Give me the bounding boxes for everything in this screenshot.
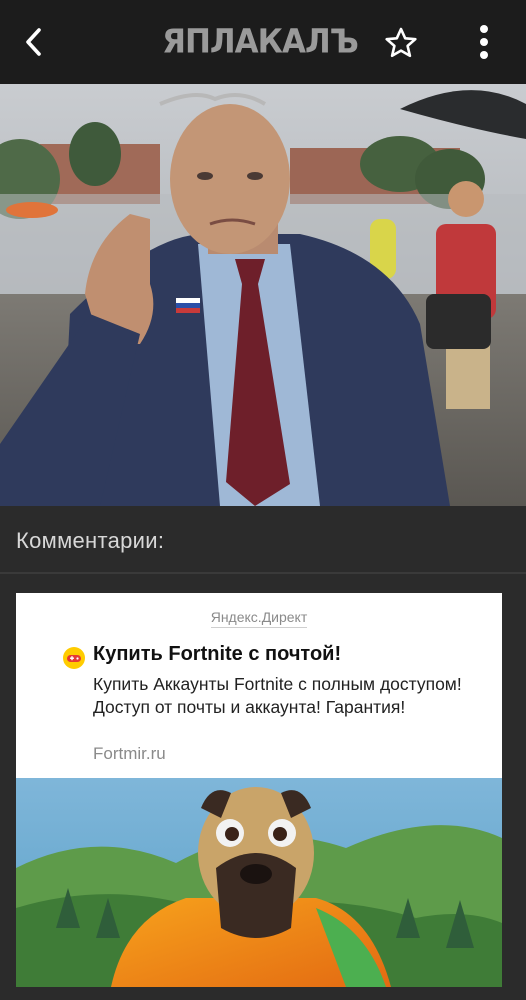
ad-title[interactable]: Купить Fortnite с почтой! [93, 643, 493, 666]
site-logo[interactable]: ЯПЛАКАЛЪ [155, 22, 365, 62]
more-menu-button[interactable] [464, 20, 504, 64]
comments-title: Комментарии: [16, 528, 165, 553]
man-in-suit-photo [0, 84, 526, 506]
gamepad-icon [63, 647, 85, 669]
ad-source-text: Яндекс.Директ [210, 609, 308, 628]
ad-source-label: Яндекс.Директ [16, 609, 502, 628]
logo-text: ЯПЛАКАЛЪ [162, 23, 359, 61]
ad-body-text: Купить Аккаунты Fortnite с полным доступ… [93, 674, 462, 717]
back-button[interactable] [14, 22, 54, 62]
post-image[interactable] [0, 84, 526, 506]
comments-section: Комментарии: [0, 506, 526, 574]
top-app-bar: ЯПЛАКАЛЪ [0, 0, 526, 84]
ad-card[interactable]: Яндекс.Директ Купить Fortnite с почтой! … [16, 593, 502, 987]
fortnite-pug-banner [16, 778, 502, 987]
chevron-left-icon [26, 28, 41, 56]
star-outline-icon [385, 27, 417, 58]
more-vertical-icon [480, 25, 488, 59]
ad-domain[interactable]: Fortmir.ru [93, 744, 166, 764]
ad-image[interactable] [16, 778, 502, 987]
favorite-button[interactable] [380, 22, 422, 64]
